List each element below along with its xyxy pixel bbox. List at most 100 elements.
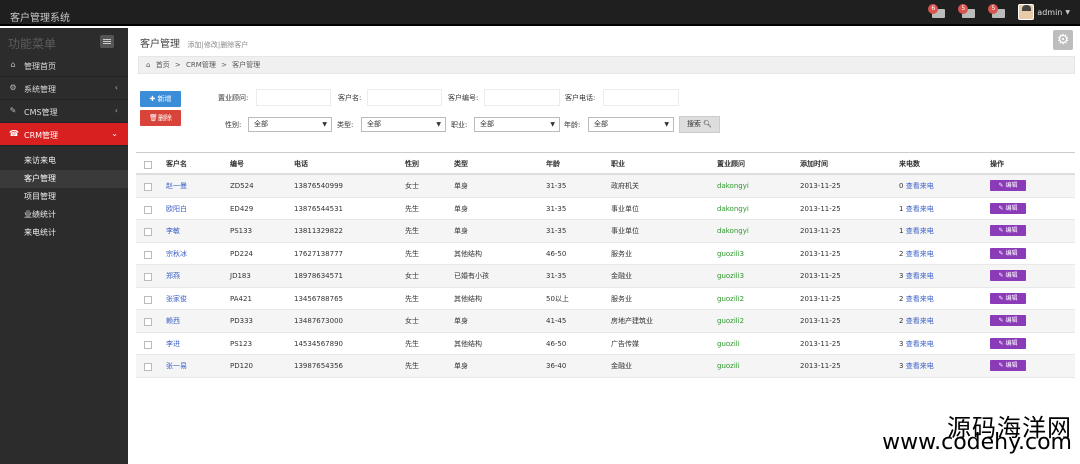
row-checkbox[interactable] bbox=[144, 205, 152, 214]
age-select[interactable]: 全部 ▼ bbox=[588, 117, 674, 132]
table-row: 郑燕 JD183 18978634571 女士 已婚有小孩 31-35 金融业 guozili… bbox=[136, 265, 1075, 288]
delete-button[interactable]: 🗑︎删除 bbox=[140, 110, 181, 126]
customer-added-date: 2013-11-25 bbox=[800, 317, 841, 325]
user-menu[interactable]: admin ▼ bbox=[1018, 4, 1070, 20]
customer-name-link[interactable]: 赵一曼 bbox=[166, 175, 187, 197]
phone-input[interactable] bbox=[603, 89, 679, 106]
row-checkbox[interactable] bbox=[144, 273, 152, 281]
breadcrumb-crm[interactable]: CRM管理 bbox=[186, 61, 216, 69]
top-icons: 6 5 5 admin ▼ bbox=[928, 4, 1070, 20]
edit-button[interactable]: ✎ 编辑 bbox=[990, 360, 1026, 371]
edit-button[interactable]: ✎ 编辑 bbox=[990, 225, 1026, 236]
customer-added-date: 2013-11-25 bbox=[800, 339, 841, 348]
row-checkbox[interactable] bbox=[144, 340, 152, 349]
row-checkbox[interactable] bbox=[144, 363, 152, 371]
submenu-item-visits[interactable]: 来访来电 bbox=[0, 152, 128, 170]
gender-select[interactable]: 全部 ▼ bbox=[248, 117, 332, 132]
bell-icon[interactable]: 6 bbox=[928, 4, 948, 20]
customer-job: 广告传媒 bbox=[611, 339, 639, 348]
customer-name-link[interactable]: 李敏 bbox=[166, 220, 180, 242]
customer-name-link[interactable]: 郑燕 bbox=[166, 265, 180, 287]
view-calls-link[interactable]: 查看来电 bbox=[906, 340, 934, 348]
edit-button[interactable]: ✎ 编辑 bbox=[990, 202, 1026, 214]
customer-name-link[interactable]: 赖西 bbox=[166, 310, 180, 332]
customer-type: 已婚有小孩 bbox=[454, 272, 489, 280]
breadcrumb-home[interactable]: 首页 bbox=[156, 61, 170, 69]
customer-consultant: guozili2 bbox=[717, 294, 745, 303]
table-row: 赖西 PD333 13487673000 女士 单身 41-45 房地产建筑业 guozili… bbox=[136, 310, 1075, 333]
edit-button[interactable]: ✎ 编辑 bbox=[990, 180, 1026, 191]
customer-consultant: dakongyi bbox=[717, 204, 749, 213]
gender-value: 全部 bbox=[254, 120, 268, 128]
edit-button[interactable]: ✎ 编辑 bbox=[990, 292, 1026, 304]
add-button[interactable]: ✚ 新增 bbox=[140, 91, 181, 107]
submenu-item-projects[interactable]: 项目管理 bbox=[0, 188, 128, 206]
edit-button[interactable]: ✎ 编辑 bbox=[990, 247, 1026, 259]
tasks-icon[interactable]: 5 bbox=[988, 4, 1008, 20]
sidebar-item-home[interactable]: ⌂ 管理首页 bbox=[0, 54, 128, 77]
code-label: 客户编号: bbox=[448, 94, 479, 102]
delete-button-label: 删除 bbox=[157, 114, 172, 122]
name-input[interactable] bbox=[367, 89, 442, 106]
row-checkbox[interactable] bbox=[144, 295, 152, 304]
row-checkbox[interactable] bbox=[144, 228, 152, 236]
mail-icon[interactable]: 5 bbox=[958, 4, 978, 20]
view-calls-link[interactable]: 查看来电 bbox=[906, 295, 934, 303]
sidebar-item-label: 系统管理 bbox=[24, 85, 56, 94]
view-calls-link[interactable]: 查看来电 bbox=[906, 250, 934, 258]
customer-name-link[interactable]: 欧阳白 bbox=[166, 198, 187, 220]
leaf-icon: ✎ bbox=[9, 106, 17, 115]
customer-code: PS133 bbox=[230, 227, 253, 235]
row-checkbox[interactable] bbox=[144, 250, 152, 259]
plus-icon: ✚ bbox=[149, 95, 158, 103]
row-checkbox[interactable] bbox=[144, 318, 152, 326]
row-checkbox[interactable] bbox=[144, 183, 152, 191]
settings-gear-icon[interactable]: ⚙ bbox=[1053, 30, 1073, 50]
view-calls-link[interactable]: 查看来电 bbox=[906, 272, 934, 280]
view-calls-link[interactable]: 查看来电 bbox=[906, 227, 934, 235]
call-count-cell: 2 查看来电 bbox=[899, 288, 934, 310]
gear-icon: ⚙ bbox=[9, 83, 17, 92]
gender-label: 性别: bbox=[225, 121, 242, 129]
customer-phone: 14534567890 bbox=[294, 339, 343, 348]
submenu-item-performance[interactable]: 业绩统计 bbox=[0, 206, 128, 224]
edit-button-label: 编辑 bbox=[1005, 294, 1018, 302]
customer-code: JD183 bbox=[230, 272, 251, 280]
sidebar-item-system[interactable]: ⚙ 系统管理 ‹ bbox=[0, 77, 128, 100]
view-calls-link[interactable]: 查看来电 bbox=[906, 205, 934, 213]
code-input[interactable] bbox=[484, 89, 560, 106]
submenu-item-call-stats[interactable]: 来电统计 bbox=[0, 224, 128, 242]
customer-code: PD120 bbox=[230, 362, 253, 370]
type-select[interactable]: 全部 ▼ bbox=[361, 117, 446, 132]
submenu-item-customers[interactable]: 客户管理 bbox=[0, 170, 128, 188]
customer-name-link[interactable]: 李进 bbox=[166, 333, 180, 355]
customer-phone: 13987654356 bbox=[294, 362, 343, 370]
phone-icon: ☎ bbox=[9, 129, 19, 138]
customer-name-link[interactable]: 宗秋冰 bbox=[166, 243, 187, 265]
edit-button[interactable]: ✎ 编辑 bbox=[990, 337, 1026, 349]
customer-code: PA421 bbox=[230, 294, 252, 303]
edit-button-label: 编辑 bbox=[1005, 339, 1018, 347]
customer-name-link[interactable]: 张一易 bbox=[166, 355, 187, 377]
customer-age: 46-50 bbox=[546, 339, 567, 348]
customer-consultant: guozili2 bbox=[717, 317, 745, 325]
customer-phone: 13487673000 bbox=[294, 317, 343, 325]
search-button[interactable]: 搜索 🔍︎ bbox=[679, 116, 720, 133]
view-calls-link[interactable]: 查看来电 bbox=[906, 182, 934, 190]
edit-button[interactable]: ✎ 编辑 bbox=[990, 315, 1026, 326]
edit-button[interactable]: ✎ 编辑 bbox=[990, 270, 1026, 281]
consultant-input[interactable] bbox=[256, 89, 331, 106]
table-row: 赵一曼 ZD524 13876540999 女士 单身 31-35 政府机关 dakongyi… bbox=[136, 175, 1075, 198]
customer-age: 31-35 bbox=[546, 182, 567, 190]
customer-gender: 先生 bbox=[405, 339, 419, 348]
edit-button-label: 编辑 bbox=[1005, 204, 1018, 212]
menu-toggle-icon[interactable] bbox=[100, 35, 114, 48]
sidebar-item-crm[interactable]: ☎ CRM管理 ⌄ bbox=[0, 123, 128, 146]
view-calls-link[interactable]: 查看来电 bbox=[906, 362, 934, 370]
column-header: 类型 bbox=[454, 160, 468, 168]
job-select[interactable]: 全部 ▼ bbox=[474, 117, 560, 132]
select-all-checkbox[interactable] bbox=[144, 161, 152, 169]
sidebar-item-cms[interactable]: ✎ CMS管理 ‹ bbox=[0, 100, 128, 123]
view-calls-link[interactable]: 查看来电 bbox=[906, 317, 934, 325]
customer-name-link[interactable]: 张家俊 bbox=[166, 288, 187, 310]
